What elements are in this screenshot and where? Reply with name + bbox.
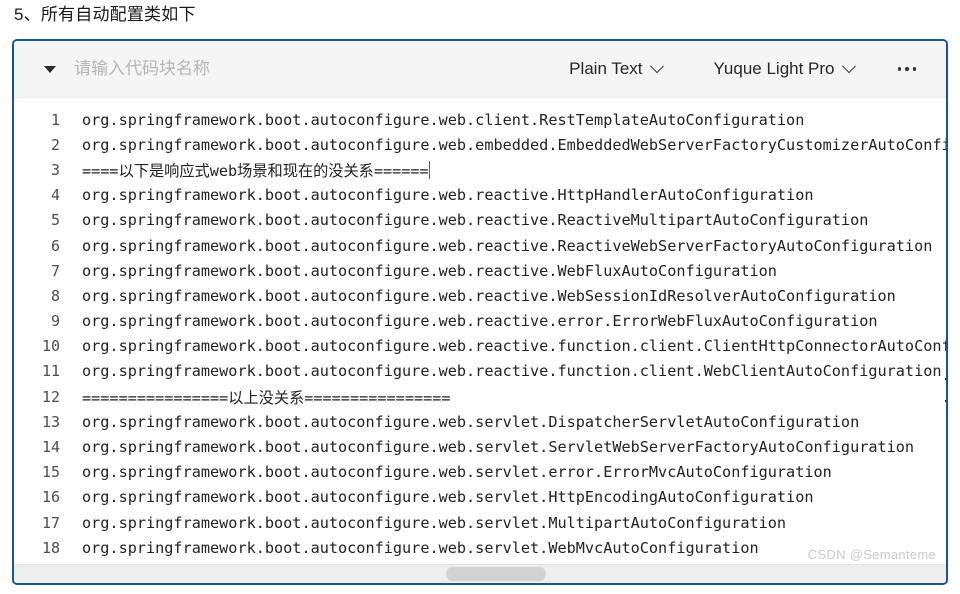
line-content[interactable]: ====以下是响应式web场景和现在的没关系====== (60, 159, 429, 181)
code-line[interactable]: 4 org.springframework.boot.autoconfigure.… (14, 183, 946, 208)
more-options-button[interactable] (894, 61, 921, 77)
code-line[interactable]: 2 org.springframework.boot.autoconfigure.… (14, 132, 946, 157)
code-line[interactable]: 1 org.springframework.boot.autoconfigure.… (14, 107, 946, 132)
code-block-container: Plain Text Yuque Light Pro 1org.springfr… (12, 39, 948, 585)
line-number: 12 (41, 387, 60, 406)
line-number: 2 (50, 135, 60, 154)
line-content[interactable]: org.springframework.boot.autoconfigure.w… (60, 237, 932, 255)
code-line[interactable]: 11 org.springframework.boot.autoconfigure… (14, 359, 946, 384)
code-line[interactable]: 18 org.springframework.boot.autoconfigure… (14, 535, 946, 560)
theme-select[interactable]: Yuque Light Pro (712, 56, 856, 82)
code-line[interactable]: 17 org.springframework.boot.autoconfigure… (14, 510, 946, 535)
code-block-title-input[interactable] (74, 59, 374, 79)
line-content[interactable]: org.springframework.boot.autoconfigure.w… (60, 136, 946, 154)
code-editor-area[interactable]: 1 org.springframework.boot.autoconfigure.… (14, 98, 946, 565)
page-title: 5、所有自动配置类如下 (14, 5, 196, 24)
line-content[interactable]: org.springframework.boot.autoconfigure.w… (60, 211, 868, 229)
code-line[interactable]: 8 org.springframework.boot.autoconfigure.… (14, 283, 946, 308)
line-number: 13 (41, 412, 60, 431)
code-line[interactable]: 9 org.springframework.boot.autoconfigure.… (14, 309, 946, 334)
line-content[interactable]: org.springframework.boot.autoconfigure.w… (60, 262, 777, 280)
line-content[interactable]: ================以上没关系================ (60, 386, 451, 408)
horizontal-scrollbar[interactable] (14, 564, 946, 583)
line-number: 9 (50, 312, 60, 331)
line-number: 3 (50, 160, 60, 179)
line-number: 8 (50, 286, 60, 305)
code-line[interactable]: 16 org.springframework.boot.autoconfigure… (14, 485, 946, 510)
ellipsis-icon (912, 67, 916, 71)
line-content[interactable]: org.springframework.boot.autoconfigure.w… (60, 514, 786, 532)
line-content[interactable]: org.springframework.boot.autoconfigure.w… (60, 539, 759, 557)
code-line[interactable]: 7 org.springframework.boot.autoconfigure.… (14, 258, 946, 283)
line-content[interactable]: org.springframework.boot.autoconfigure.w… (60, 413, 859, 431)
language-select[interactable]: Plain Text (567, 56, 664, 82)
code-line[interactable]: 14 org.springframework.boot.autoconfigure… (14, 434, 946, 459)
code-line[interactable]: 6 org.springframework.boot.autoconfigure.… (14, 233, 946, 258)
line-content[interactable]: org.springframework.boot.autoconfigure.w… (60, 362, 942, 380)
language-select-label: Plain Text (569, 59, 643, 78)
line-number: 15 (41, 463, 60, 482)
ellipsis-icon (897, 67, 901, 71)
code-line[interactable]: 10 org.springframework.boot.autoconfigure… (14, 334, 946, 359)
line-number: 14 (41, 438, 60, 457)
code-line[interactable]: 13 org.springframework.boot.autoconfigure… (14, 409, 946, 434)
caret-down-icon (44, 65, 56, 73)
line-number: 4 (50, 186, 60, 205)
line-content[interactable]: org.springframework.boot.autoconfigure.w… (60, 463, 832, 481)
line-number: 17 (41, 513, 60, 532)
line-number: 6 (50, 236, 60, 255)
text-caret (428, 160, 431, 179)
line-number: 11 (41, 362, 60, 381)
line-content[interactable]: org.springframework.boot.autoconfigure.w… (60, 312, 878, 330)
line-number: 16 (41, 488, 60, 507)
horizontal-scrollbar-thumb[interactable] (446, 567, 546, 581)
code-line[interactable]: 3 ====以下是响应式web场景和现在的没关系====== (14, 157, 946, 182)
code-line[interactable]: 5 org.springframework.boot.autoconfigure.… (14, 208, 946, 233)
line-content[interactable]: org.springframework.boot.autoconfigure.w… (60, 438, 914, 456)
line-content[interactable]: org.springframework.boot.autoconfigure.w… (60, 488, 814, 506)
line-content[interactable]: org.springframework.boot.autoconfigure.w… (60, 111, 804, 129)
line-content[interactable]: org.springframework.boot.autoconfigure.w… (60, 186, 814, 204)
line-content[interactable]: org.springframework.boot.autoconfigure.w… (60, 287, 896, 305)
line-number: 18 (41, 538, 60, 557)
line-number: 10 (41, 337, 60, 356)
line-content[interactable]: org.springframework.boot.autoconfigure.w… (60, 337, 946, 355)
code-line[interactable]: 15 org.springframework.boot.autoconfigure… (14, 460, 946, 485)
line-number: 7 (50, 261, 60, 280)
code-line[interactable]: 12 ================以上没关系================ (14, 384, 946, 409)
code-block-toolbar: Plain Text Yuque Light Pro (14, 41, 946, 98)
line-number: 5 (50, 211, 60, 230)
chevron-down-icon (841, 59, 856, 74)
line-number: 1 (50, 110, 60, 129)
ellipsis-icon (905, 67, 909, 71)
collapse-toggle-button[interactable] (32, 65, 68, 73)
chevron-down-icon (649, 59, 664, 74)
theme-select-label: Yuque Light Pro (713, 59, 835, 78)
